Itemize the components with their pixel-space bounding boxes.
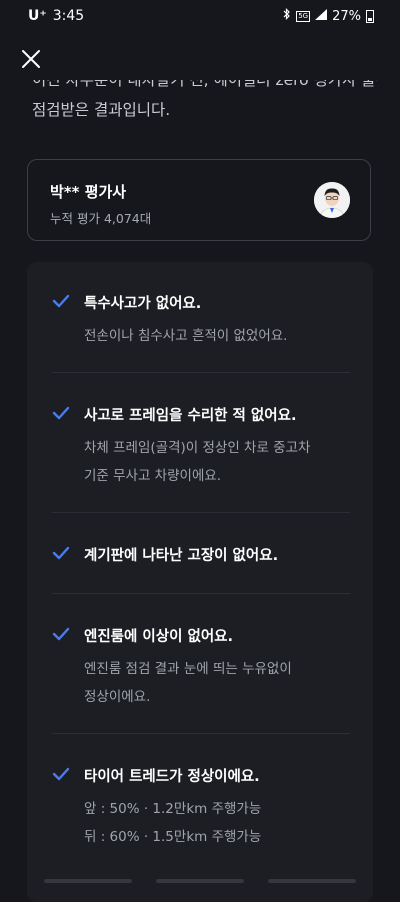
check-icon bbox=[52, 627, 70, 641]
check-icon bbox=[52, 406, 70, 420]
status-bar: U⁺ 3:45 5G 27% bbox=[0, 0, 400, 34]
signal-icon bbox=[315, 8, 328, 24]
evaluator-name: 박** 평가사 bbox=[50, 183, 127, 201]
divider bbox=[52, 733, 350, 734]
divider bbox=[52, 512, 350, 513]
battery-icon bbox=[366, 9, 374, 23]
evaluator-card: 박** 평가사 누적 평가 4,074대 bbox=[27, 159, 371, 241]
intro-text: 이전 차주분이 내차팔기 전, 헤이딜러 zero 평가사 출장 점검받은 결과… bbox=[32, 80, 377, 123]
intro-line-1: 이전 차주분이 내차팔기 전, 헤이딜러 zero 평가사 출장 bbox=[32, 80, 377, 89]
avatar bbox=[314, 182, 350, 218]
check-icon bbox=[52, 767, 70, 781]
nav-handle bbox=[268, 879, 356, 883]
check-desc: 차체 프레임(골격)이 정상인 차로 중고차 기준 무사고 차량이에요. bbox=[84, 434, 310, 490]
check-icon bbox=[52, 546, 70, 560]
close-icon bbox=[22, 50, 40, 68]
check-desc-line: 뒤 : 60% · 1.5만km 주행가능 bbox=[84, 829, 262, 845]
evaluator-count: 누적 평가 4,074대 bbox=[50, 211, 152, 226]
bottom-handles bbox=[0, 879, 400, 883]
status-time: 3:45 bbox=[52, 8, 85, 24]
bluetooth-icon bbox=[283, 8, 291, 24]
check-icon bbox=[52, 294, 70, 308]
check-desc-line: 전손이나 침수사고 흔적이 없었어요. bbox=[84, 328, 288, 344]
check-desc: 전손이나 침수사고 흔적이 없었어요. bbox=[84, 322, 287, 350]
nav-handle bbox=[44, 879, 132, 883]
check-title: 사고로 프레임을 수리한 적 없어요. bbox=[84, 408, 297, 424]
check-title: 계기판에 나타난 고장이 없어요. bbox=[84, 548, 279, 564]
close-button[interactable] bbox=[18, 46, 44, 72]
intro-line-2: 점검받은 결과입니다. bbox=[32, 101, 171, 119]
check-desc-line: 앞 : 50% · 1.2만km 주행가능 bbox=[84, 801, 262, 817]
check-desc-line: 차체 프레임(골격)이 정상인 차로 중고차 bbox=[84, 440, 311, 456]
battery-percent: 27% bbox=[332, 8, 361, 24]
status-left: U⁺ 3:45 bbox=[28, 8, 84, 24]
divider bbox=[52, 593, 350, 594]
inspection-checklist: 특수사고가 없어요. 전손이나 침수사고 흔적이 없었어요. 사고로 프레임을 … bbox=[27, 262, 373, 902]
check-desc-line: 기준 무사고 차량이에요. bbox=[84, 468, 222, 484]
check-title: 타이어 트레드가 정상이에요. bbox=[84, 769, 260, 785]
network-badge: 5G bbox=[296, 10, 311, 22]
nav-handle bbox=[156, 879, 244, 883]
check-title: 특수사고가 없어요. bbox=[84, 296, 202, 312]
check-desc-line: 정상이에요. bbox=[84, 689, 151, 705]
carrier-label: U⁺ bbox=[28, 8, 47, 24]
check-desc: 앞 : 50% · 1.2만km 주행가능 뒤 : 60% · 1.5만km 주… bbox=[84, 795, 261, 851]
status-right: 5G 27% bbox=[283, 8, 374, 24]
check-title: 엔진룸에 이상이 없어요. bbox=[84, 629, 234, 645]
check-desc-line: 엔진룸 점검 결과 눈에 띄는 누유없이 bbox=[84, 661, 292, 677]
check-desc: 엔진룸 점검 결과 눈에 띄는 누유없이 정상이에요. bbox=[84, 655, 292, 711]
divider bbox=[52, 372, 350, 373]
